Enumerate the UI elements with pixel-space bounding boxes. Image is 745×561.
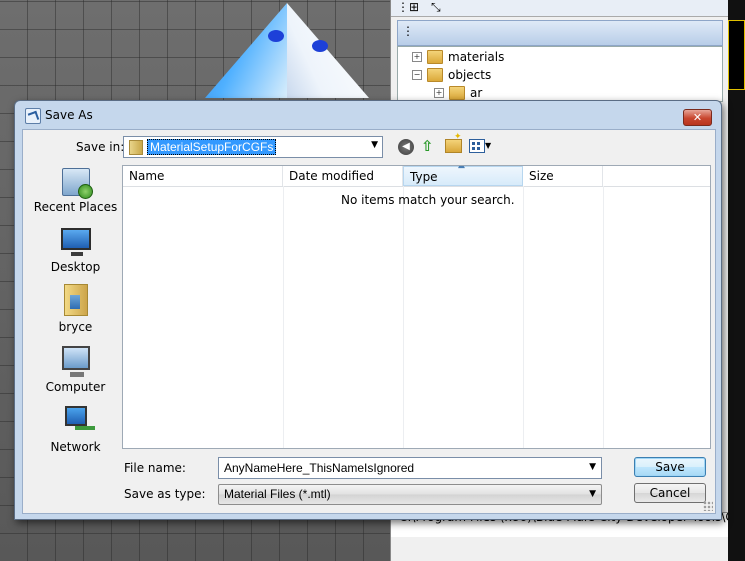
- place-network[interactable]: Network: [31, 404, 120, 462]
- back-icon[interactable]: ◀: [398, 139, 414, 155]
- up-folder-icon[interactable]: ⇧: [421, 137, 437, 155]
- column-divider: [523, 186, 524, 448]
- save-as-type-dropdown[interactable]: Material Files (*.mtl) ▼: [218, 484, 602, 505]
- app-icon: [25, 108, 41, 124]
- save-in-label: Save in:: [76, 140, 125, 154]
- tree-item-label: objects: [448, 68, 492, 82]
- save-in-dropdown[interactable]: MaterialSetupForCGFs ▼: [123, 136, 383, 158]
- computer-icon: [61, 346, 90, 377]
- place-label: Computer: [45, 380, 106, 394]
- chevron-down-icon[interactable]: ▼: [589, 462, 596, 472]
- file-name-value: AnyNameHere_ThisNameIsIgnored: [224, 461, 415, 475]
- save-as-type-value: Material Files (*.mtl): [224, 487, 331, 501]
- editor-panel-header: ⋮: [397, 20, 723, 46]
- resize-grip[interactable]: [703, 501, 713, 511]
- save-button[interactable]: Save: [634, 457, 706, 477]
- cancel-button[interactable]: Cancel: [634, 483, 706, 503]
- chevron-down-icon[interactable]: ▼: [371, 140, 378, 150]
- grip-icon: ⋮: [397, 0, 409, 14]
- column-divider: [603, 186, 604, 448]
- tree-item-label: ar: [470, 86, 483, 100]
- recent-places-icon: [61, 168, 93, 199]
- folder-icon: [427, 50, 443, 64]
- place-label: Desktop: [50, 260, 101, 274]
- place-label: bryce: [58, 320, 93, 334]
- material-tree[interactable]: + materials − objects + ar: [397, 46, 723, 102]
- save-in-value: MaterialSetupForCGFs: [147, 139, 277, 155]
- place-label: Network: [50, 440, 101, 454]
- expand-icon[interactable]: +: [412, 52, 422, 62]
- vertex-marker: [312, 40, 328, 52]
- collapse-icon[interactable]: −: [412, 70, 422, 80]
- desktop-icon: [60, 228, 91, 256]
- column-header-date-modified[interactable]: Date modified: [283, 166, 403, 186]
- folder-icon: [449, 86, 465, 100]
- network-icon: [64, 406, 95, 430]
- file-name-label: File name:: [124, 461, 186, 475]
- file-list[interactable]: Name Date modified Type Size ▲ No items …: [122, 165, 711, 449]
- column-divider: [403, 186, 404, 448]
- folder-icon: [427, 68, 443, 82]
- place-bryce[interactable]: bryce: [31, 284, 120, 342]
- column-divider: [283, 186, 284, 448]
- tree-item[interactable]: − objects: [412, 66, 491, 84]
- save-as-dialog: Save As ✕ Save in: MaterialSetupForCGFs …: [14, 100, 722, 520]
- place-desktop[interactable]: Desktop: [31, 224, 120, 282]
- dialog-body: Save in: MaterialSetupForCGFs ▼ ◀ ⇧ ▼ Re…: [22, 129, 716, 514]
- expand-icon[interactable]: +: [434, 88, 444, 98]
- dialog-title: Save As: [45, 108, 93, 122]
- column-header-size[interactable]: Size: [523, 166, 603, 186]
- view-menu-icon[interactable]: [469, 139, 485, 153]
- pick-tool-icon[interactable]: ⤡: [431, 0, 441, 15]
- tree-item-label: materials: [448, 50, 505, 64]
- place-computer[interactable]: Computer: [31, 344, 120, 402]
- chevron-down-icon[interactable]: ▼: [485, 141, 491, 150]
- dialog-titlebar[interactable]: Save As ✕: [15, 101, 721, 129]
- save-as-type-label: Save as type:: [124, 487, 206, 501]
- sort-ascending-icon: ▲: [458, 165, 465, 170]
- preview-swatch: [728, 20, 745, 90]
- place-recent-places[interactable]: Recent Places: [31, 164, 120, 222]
- editor-toolbar: ⋮ ⊞ ⤡: [391, 0, 729, 17]
- pyramid-object-face: [287, 3, 369, 98]
- chevron-down-icon[interactable]: ▼: [589, 489, 596, 499]
- place-label: Recent Places: [33, 200, 118, 214]
- pyramid-object: [205, 3, 287, 98]
- tree-item[interactable]: + materials: [412, 48, 504, 66]
- file-name-input[interactable]: AnyNameHere_ThisNameIsIgnored ▼: [218, 457, 602, 479]
- empty-message-text: No items match your search.: [341, 193, 515, 207]
- column-headers: Name Date modified Type Size ▲: [123, 166, 710, 187]
- column-header-name[interactable]: Name: [123, 166, 283, 186]
- places-bar: Recent Places Desktop bryce Computer Net…: [31, 164, 120, 464]
- folder-icon: [129, 140, 143, 155]
- vertex-marker: [268, 30, 284, 42]
- tree-view-icon[interactable]: ⊞: [409, 0, 419, 14]
- user-folder-icon: [63, 284, 88, 316]
- new-folder-icon[interactable]: [445, 132, 462, 153]
- grip-icon: ⋮: [402, 24, 414, 38]
- close-button[interactable]: ✕: [683, 109, 712, 126]
